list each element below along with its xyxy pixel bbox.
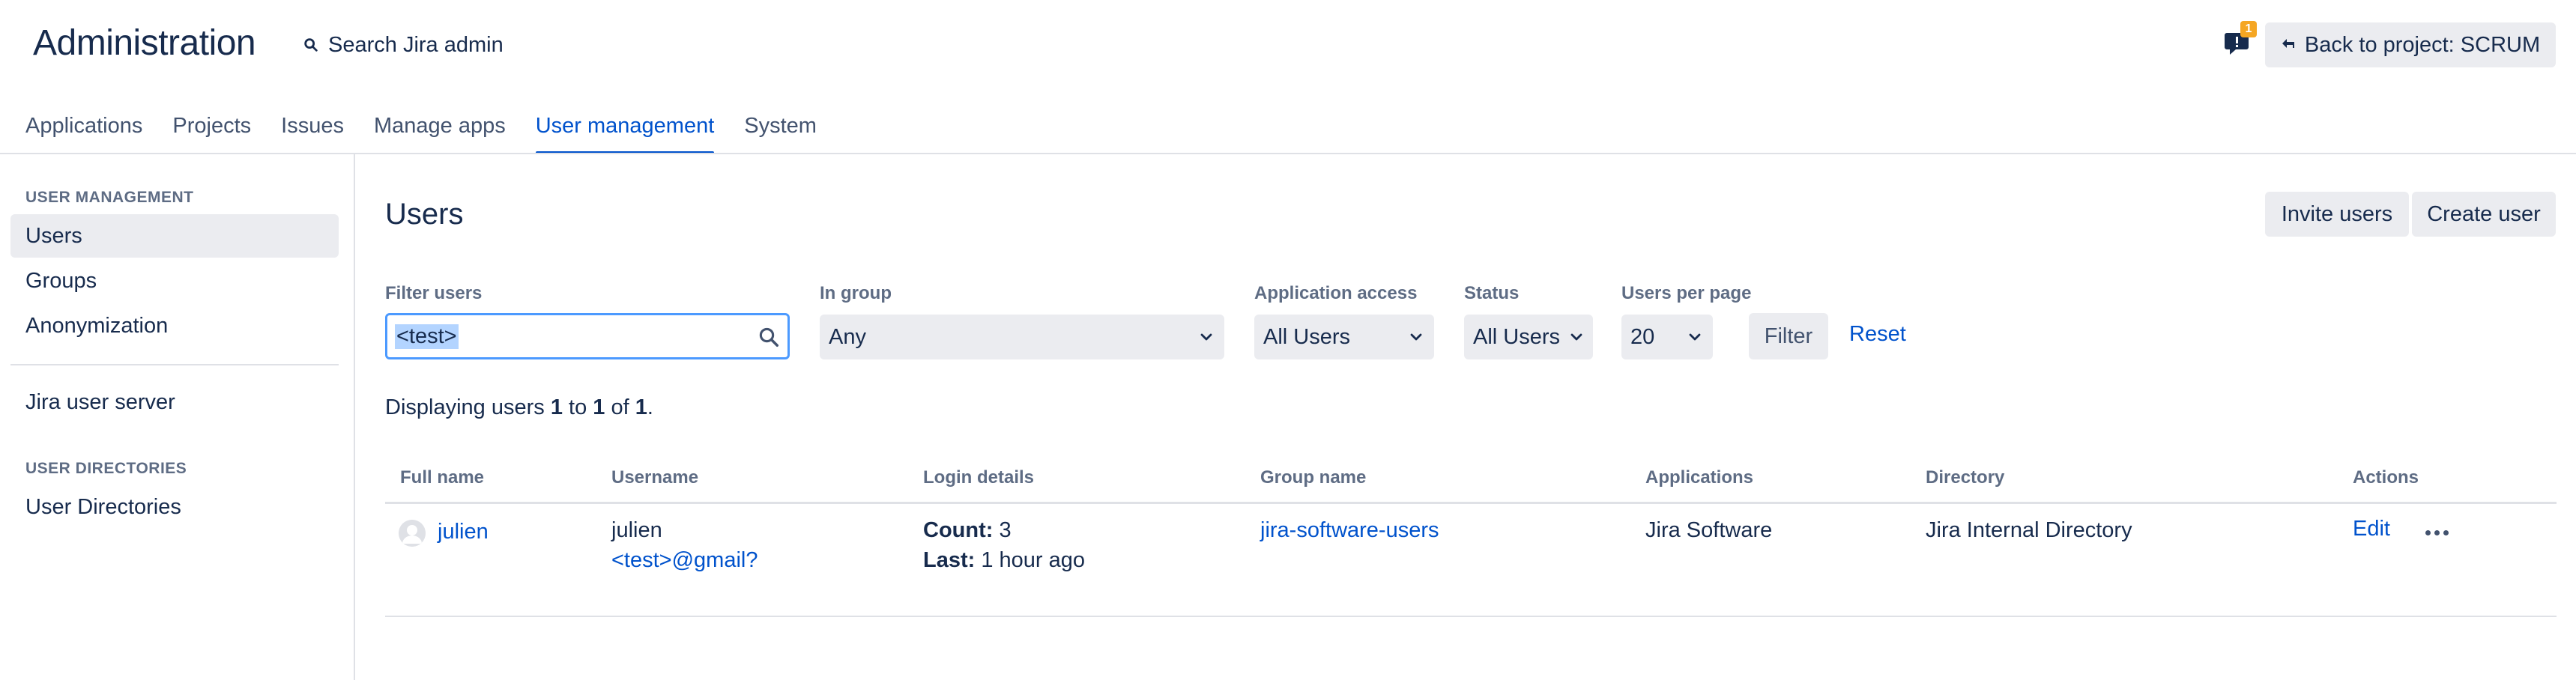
chevron-down-icon — [1200, 333, 1212, 341]
in-group-select[interactable]: Any — [820, 315, 1224, 359]
search-icon — [304, 38, 318, 52]
results-suffix: . — [647, 395, 653, 419]
chevron-down-icon — [1570, 333, 1582, 341]
user-directory: Jira Internal Directory — [1926, 518, 2132, 542]
login-count: Count: 3 — [923, 518, 1012, 543]
users-title: Users — [385, 198, 464, 231]
sidebar: USER MANAGEMENT Users Groups Anonymizati… — [0, 154, 355, 680]
sidebar-heading-user-management: USER MANAGEMENT — [25, 189, 194, 206]
invite-users-button[interactable]: Invite users — [2265, 192, 2409, 237]
sidebar-item-users[interactable]: Users — [10, 214, 339, 258]
page-title: Administration — [33, 23, 256, 63]
filter-users-value: <test> — [395, 324, 459, 349]
results-of-word: of — [611, 395, 629, 419]
back-to-project-button[interactable]: Back to project: SCRUM — [2265, 22, 2556, 67]
column-header-directory: Directory — [1926, 467, 2005, 488]
results-total: 1 — [635, 395, 647, 419]
results-from: 1 — [550, 395, 563, 419]
results-summary: Displaying users 1 to 1 of 1. — [385, 395, 653, 420]
in-group-label: In group — [820, 283, 892, 303]
column-header-login-details: Login details — [923, 467, 1035, 488]
users-per-page-value: 20 — [1630, 324, 1655, 349]
chevron-down-icon — [1689, 333, 1701, 341]
login-count-value: 3 — [999, 518, 1012, 542]
column-header-full-name: Full name — [400, 467, 485, 488]
in-group-value: Any — [829, 324, 866, 349]
back-to-project-label: Back to project: SCRUM — [2304, 32, 2541, 57]
filter-button[interactable]: Filter — [1749, 313, 1828, 359]
column-header-actions: Actions — [2353, 467, 2419, 488]
users-per-page-label: Users per page — [1621, 283, 1752, 303]
tab-user-management[interactable]: User management — [535, 108, 745, 154]
sidebar-heading-user-directories: USER DIRECTORIES — [25, 460, 187, 477]
tab-projects[interactable]: Projects — [172, 108, 281, 154]
sidebar-item-groups[interactable]: Groups — [10, 259, 339, 303]
login-last-label: Last: — [923, 548, 976, 572]
more-dot-icon — [2434, 529, 2440, 535]
user-applications: Jira Software — [1645, 518, 1773, 542]
user-full-name-link[interactable]: julien — [438, 520, 489, 544]
status-label: Status — [1464, 283, 1520, 303]
application-access-value: All Users — [1263, 324, 1351, 349]
group-link[interactable]: jira-software-users — [1260, 518, 1439, 543]
filter-users-input[interactable]: <test> — [385, 313, 790, 359]
reset-link[interactable]: Reset — [1849, 322, 1906, 347]
column-header-username: Username — [611, 467, 699, 488]
table-row-divider — [385, 616, 2557, 617]
column-header-group-name: Group name — [1260, 467, 1367, 488]
more-dot-icon — [2443, 529, 2449, 535]
status-value: All Users — [1473, 324, 1561, 349]
edit-user-link[interactable]: Edit — [2353, 517, 2390, 541]
sidebar-divider — [10, 364, 339, 365]
search-icon — [759, 327, 778, 347]
application-access-label: Application access — [1254, 283, 1418, 303]
sidebar-item-user-directories[interactable]: User Directories — [10, 485, 339, 529]
results-prefix: Displaying users — [385, 395, 545, 419]
chevron-down-icon — [1410, 333, 1422, 341]
tab-system[interactable]: System — [744, 108, 847, 154]
column-header-applications: Applications — [1645, 467, 1754, 488]
login-last: Last: 1 hour ago — [923, 548, 1085, 573]
more-dot-icon — [2425, 529, 2431, 535]
users-per-page-select[interactable]: 20 — [1621, 315, 1713, 359]
more-actions-button[interactable] — [2422, 521, 2452, 544]
results-to: 1 — [593, 395, 605, 419]
tab-issues[interactable]: Issues — [281, 108, 374, 154]
create-user-button[interactable]: Create user — [2412, 192, 2556, 237]
notification-badge: 1 — [2240, 21, 2257, 37]
default-avatar-icon — [399, 520, 426, 547]
tab-applications[interactable]: Applications — [25, 108, 172, 154]
login-last-value: 1 hour ago — [981, 548, 1086, 572]
sidebar-item-jira-user-server[interactable]: Jira user server — [10, 380, 339, 424]
admin-tabs: Applications Projects Issues Manage apps… — [25, 108, 847, 154]
filter-users-label: Filter users — [385, 283, 483, 303]
results-to-word: to — [569, 395, 587, 419]
search-jira-admin[interactable]: Search Jira admin — [303, 28, 504, 61]
tab-manage-apps[interactable]: Manage apps — [374, 108, 536, 154]
sidebar-item-anonymization[interactable]: Anonymization — [10, 304, 339, 347]
avatar — [399, 520, 426, 547]
back-arrow-icon — [2282, 39, 2294, 48]
login-count-label: Count: — [923, 518, 994, 542]
tabs-divider — [0, 153, 2576, 154]
status-select[interactable]: All Users — [1464, 315, 1593, 359]
application-access-select[interactable]: All Users — [1254, 315, 1434, 359]
table-header-divider — [385, 502, 2557, 504]
notifications-button[interactable]: 1 — [2224, 21, 2257, 58]
user-email-link[interactable]: <test>@gmail? — [611, 548, 758, 573]
search-jira-admin-label: Search Jira admin — [328, 32, 504, 57]
user-username: julien — [611, 518, 662, 542]
